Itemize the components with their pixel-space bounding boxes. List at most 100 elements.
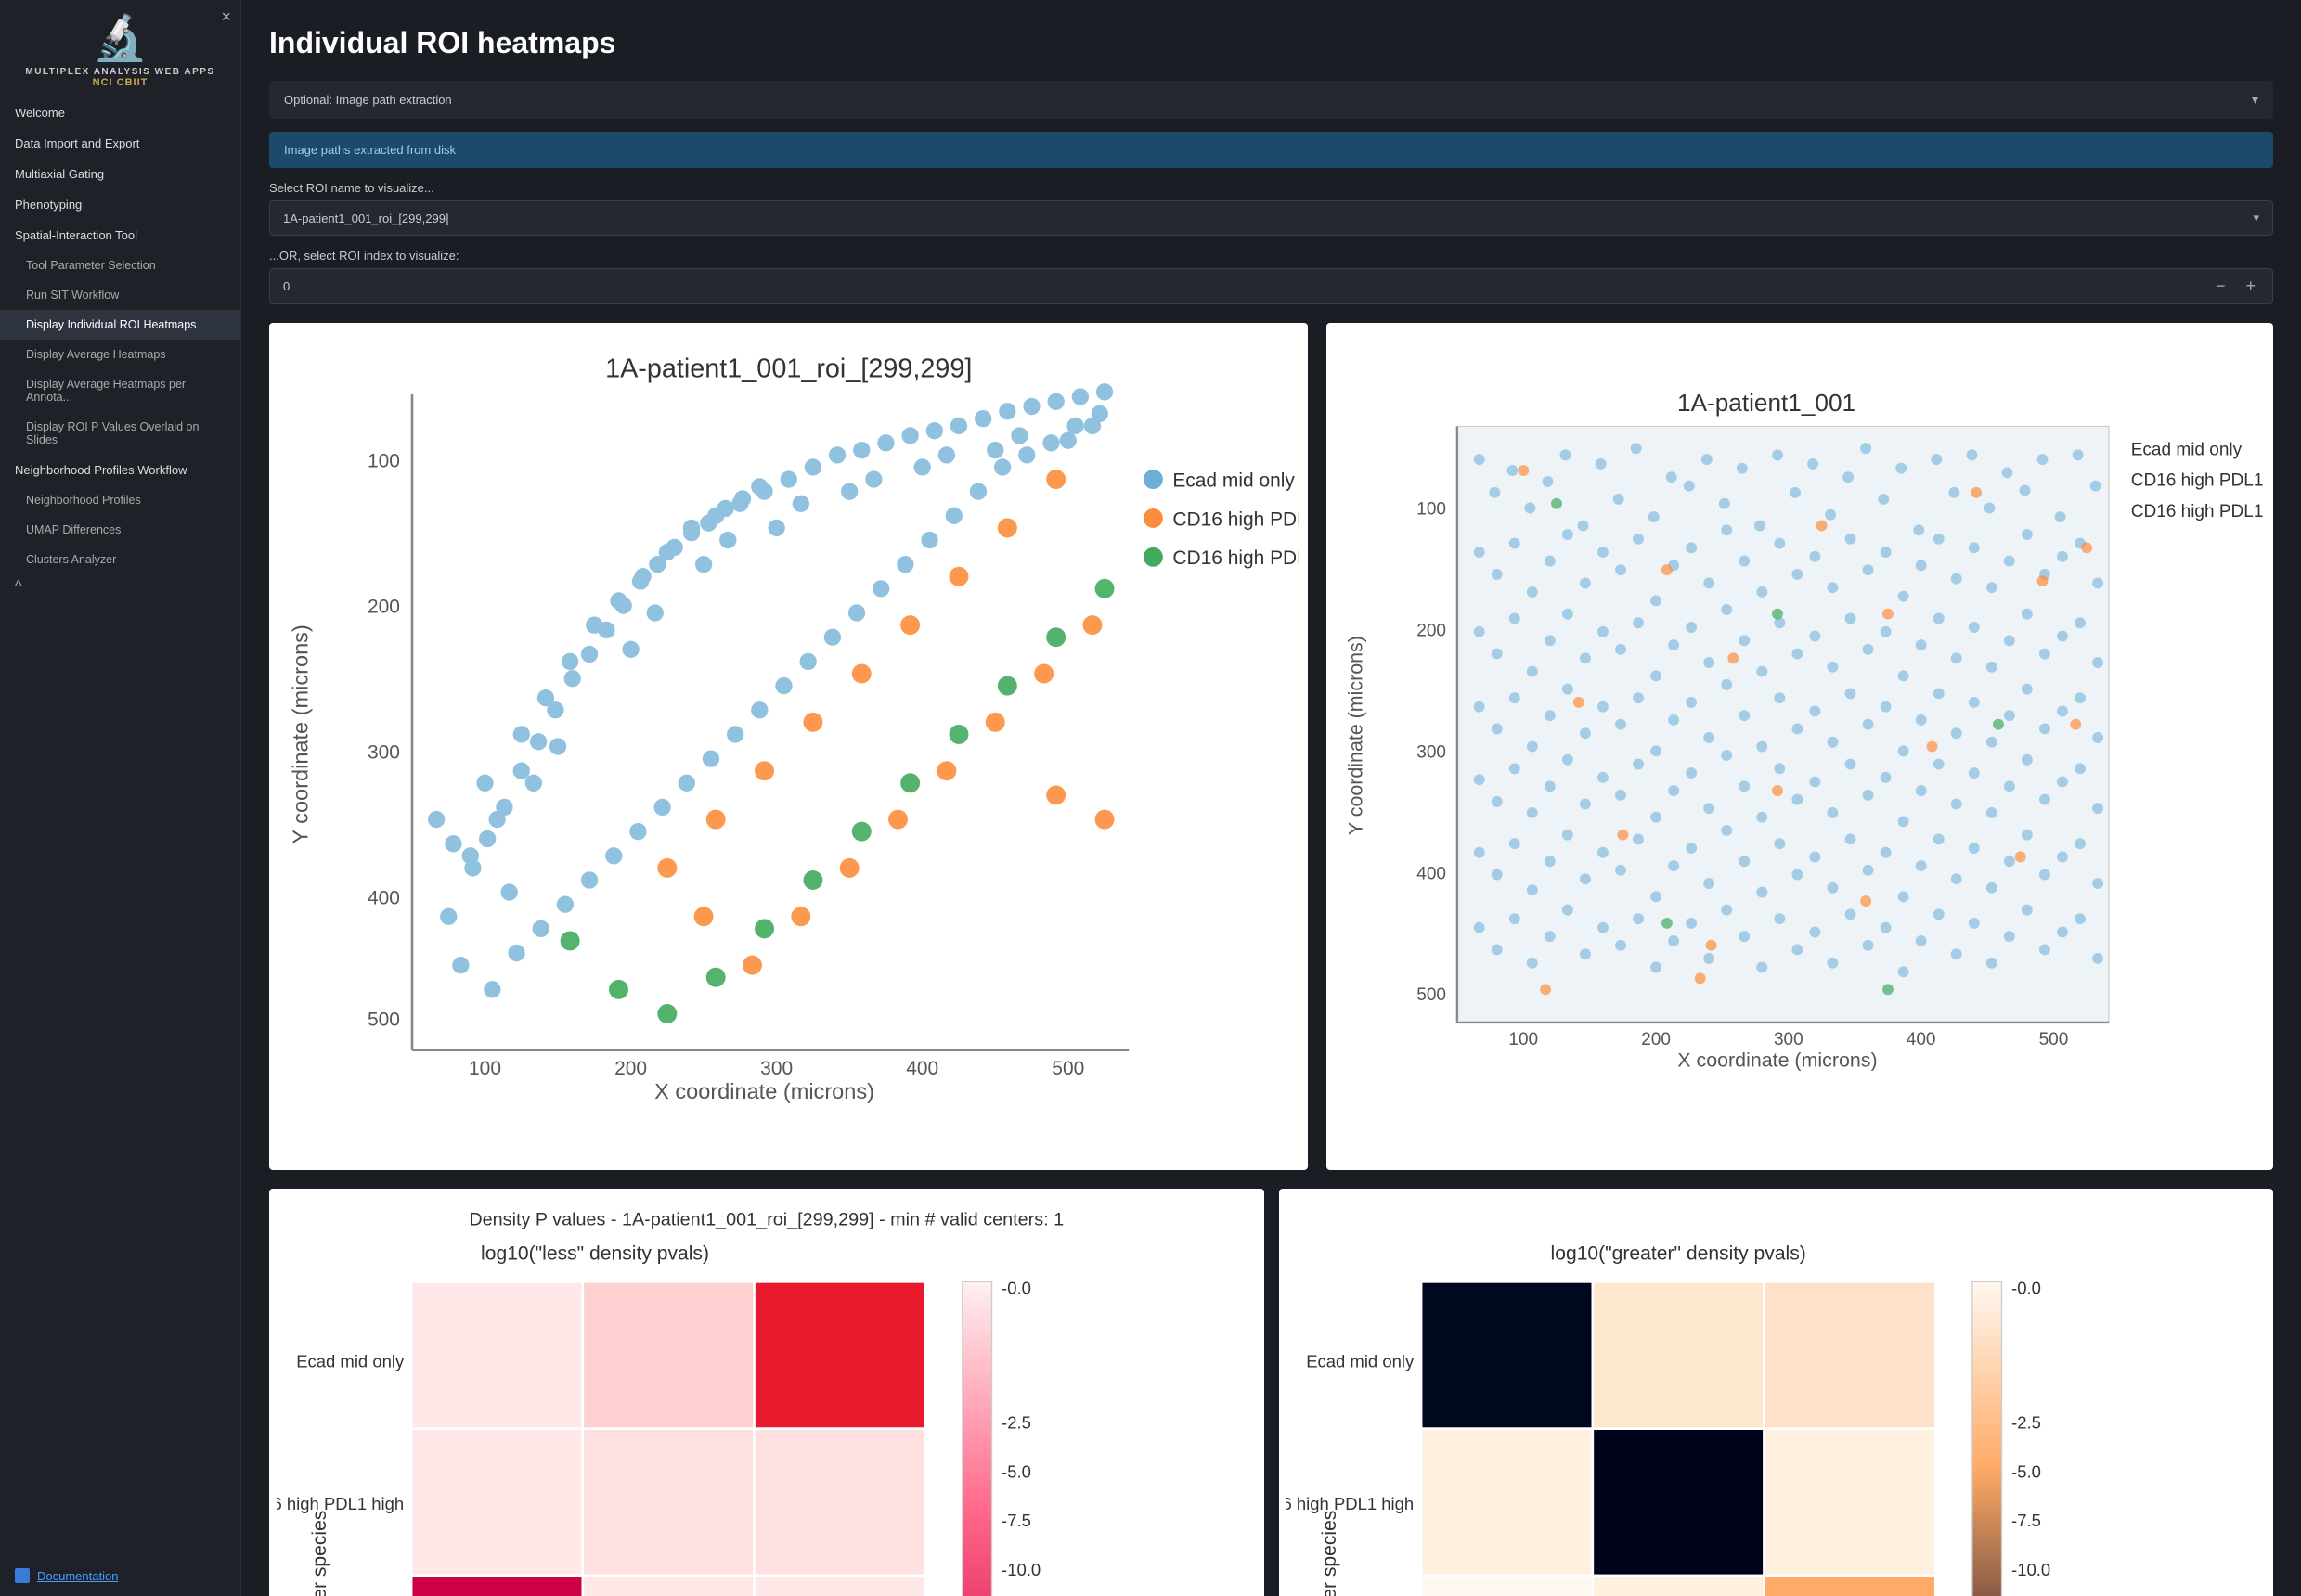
- svg-text:-2.5: -2.5: [2011, 1413, 2041, 1433]
- main-content: Individual ROI heatmaps Optional: Image …: [241, 0, 2301, 1596]
- sidebar-item-display-avg-annota[interactable]: Display Average Heatmaps per Annota...: [0, 369, 240, 412]
- page-title: Individual ROI heatmaps: [269, 26, 2273, 60]
- svg-text:300: 300: [1774, 1030, 1803, 1049]
- sidebar-item-display-individual[interactable]: Display Individual ROI Heatmaps: [0, 310, 240, 340]
- index-value: 0: [283, 279, 290, 293]
- svg-text:400: 400: [1417, 864, 1447, 883]
- svg-text:CD16 high PDL1 high: CD16 high PDL1 high: [1172, 508, 1299, 530]
- chevron-down-icon: ▾: [2252, 92, 2258, 108]
- sidebar-item-multiaxial[interactable]: Multiaxial Gating: [0, 159, 240, 189]
- app-title: MULTIPLEX ANALYSIS WEB APPS: [9, 67, 231, 77]
- svg-text:400: 400: [368, 888, 400, 909]
- doc-icon: [15, 1568, 30, 1583]
- svg-text:100: 100: [1417, 500, 1447, 520]
- roi-selected-value: 1A-patient1_001_roi_[299,299]: [283, 212, 449, 225]
- svg-text:Ecad mid only: Ecad mid only: [2131, 440, 2243, 459]
- svg-text:300: 300: [368, 742, 400, 764]
- svg-text:500: 500: [368, 1010, 400, 1031]
- svg-text:-10.0: -10.0: [1002, 1560, 1041, 1579]
- roi-select-dropdown[interactable]: 1A-patient1_001_roi_[299,299] ▾: [269, 200, 2273, 236]
- svg-text:300: 300: [760, 1058, 793, 1079]
- heatmap-left: Density P values - 1A-patient1_001_roi_[…: [269, 1189, 1264, 1596]
- scatter-left: 1A-patient1_001_roi_[299,299] Y coordina…: [269, 323, 1308, 1170]
- svg-text:-10.0: -10.0: [2011, 1560, 2050, 1579]
- sidebar-item-display-roi-pvals[interactable]: Display ROI P Values Overlaid on Slides: [0, 412, 240, 455]
- chevron-down-icon: ▾: [2253, 211, 2259, 225]
- collapsible-panel: Optional: Image path extraction ▾: [269, 81, 2273, 119]
- svg-text:100: 100: [368, 450, 400, 471]
- collapse-button[interactable]: ^: [0, 574, 240, 598]
- svg-text:log10("greater" density pvals): log10("greater" density pvals): [1550, 1243, 1805, 1265]
- sidebar-item-sit[interactable]: Spatial-Interaction Tool: [0, 220, 240, 251]
- svg-text:200: 200: [1417, 622, 1447, 641]
- heatmap-row: Density P values - 1A-patient1_001_roi_[…: [269, 1189, 2273, 1596]
- sidebar-item-tool-param[interactable]: Tool Parameter Selection: [0, 251, 240, 280]
- scatter-right-svg: 1A-patient1_001 Y coordinate (microns) X…: [1336, 332, 2264, 1161]
- svg-text:100: 100: [1509, 1030, 1539, 1049]
- svg-text:-5.0: -5.0: [1002, 1461, 1031, 1481]
- svg-text:Ecad mid only: Ecad mid only: [1172, 470, 1295, 491]
- index-row: 0 − +: [269, 268, 2273, 304]
- svg-text:-0.0: -0.0: [1002, 1279, 1031, 1298]
- scatter-right: 1A-patient1_001 Y coordinate (microns) X…: [1326, 323, 2273, 1170]
- index-label: ...OR, select ROI index to visualize:: [269, 249, 2273, 263]
- svg-text:1A-patient1_001: 1A-patient1_001: [1678, 389, 1856, 417]
- sidebar-item-np[interactable]: Neighborhood Profiles: [0, 485, 240, 515]
- svg-text:CD16 high PDL1 high: CD16 high PDL1 high: [1286, 1494, 1414, 1513]
- sidebar-item-phenotyping[interactable]: Phenotyping: [0, 189, 240, 220]
- roi-select-label: Select ROI name to visualize...: [269, 181, 2273, 195]
- svg-text:300: 300: [1417, 742, 1447, 762]
- microscope-icon: 🔬: [9, 17, 231, 61]
- sidebar-item-umap[interactable]: UMAP Differences: [0, 515, 240, 545]
- index-increment-button[interactable]: +: [2242, 277, 2259, 296]
- sidebar: × 🔬 MULTIPLEX ANALYSIS WEB APPS NCI CBII…: [0, 0, 241, 1596]
- svg-text:Ecad mid only: Ecad mid only: [1306, 1352, 1415, 1371]
- sidebar-item-np-workflow[interactable]: Neighborhood Profiles Workflow: [0, 455, 240, 485]
- sidebar-item-data-import[interactable]: Data Import and Export: [0, 128, 240, 159]
- svg-text:400: 400: [1907, 1030, 1936, 1049]
- svg-text:X coordinate (microns): X coordinate (microns): [1678, 1049, 1878, 1072]
- scatter-left-svg: 1A-patient1_001_roi_[299,299] Y coordina…: [278, 332, 1299, 1161]
- svg-text:200: 200: [614, 1058, 647, 1079]
- svg-text:-7.5: -7.5: [1002, 1511, 1031, 1530]
- svg-text:-5.0: -5.0: [2011, 1461, 2041, 1481]
- svg-text:Density P values - 1A-patient1: Density P values - 1A-patient1_001_roi_[…: [469, 1210, 1064, 1230]
- svg-text:Y coordinate (microns): Y coordinate (microns): [1345, 636, 1367, 835]
- sidebar-item-clusters[interactable]: Clusters Analyzer: [0, 545, 240, 574]
- svg-text:500: 500: [2039, 1030, 2069, 1049]
- sidebar-item-welcome[interactable]: Welcome: [0, 97, 240, 128]
- sidebar-item-display-avg[interactable]: Display Average Heatmaps: [0, 340, 240, 369]
- svg-text:100: 100: [469, 1058, 501, 1079]
- svg-text:-2.5: -2.5: [1002, 1413, 1031, 1433]
- svg-text:CD16 high PDL1 low: CD16 high PDL1 low: [1172, 547, 1299, 569]
- doc-link[interactable]: Documentation: [37, 1569, 118, 1583]
- svg-text:log10("less" density pvals): log10("less" density pvals): [481, 1243, 709, 1265]
- svg-text:Center species: Center species: [1318, 1511, 1339, 1596]
- svg-text:1A-patient1_001_roi_[299,299]: 1A-patient1_001_roi_[299,299]: [605, 354, 972, 384]
- svg-text:Ecad mid only: Ecad mid only: [296, 1352, 405, 1371]
- svg-text:CD16 high PDL1 high: CD16 high PDL1 high: [2131, 471, 2264, 491]
- banner-text: Image paths extracted from disk: [284, 143, 456, 157]
- svg-text:400: 400: [906, 1058, 938, 1079]
- index-decrement-button[interactable]: −: [2212, 277, 2230, 296]
- svg-text:500: 500: [1417, 985, 1447, 1005]
- index-controls: − +: [2212, 277, 2259, 296]
- close-button[interactable]: ×: [221, 7, 231, 27]
- heatmap-right-svg: log10("greater" density pvals) -0.0 -2.5…: [1286, 1196, 2266, 1596]
- org-title: NCI CBIIT: [9, 77, 231, 88]
- svg-text:200: 200: [368, 597, 400, 618]
- svg-text:-7.5: -7.5: [2011, 1511, 2041, 1530]
- collapsible-label: Optional: Image path extraction: [284, 93, 452, 107]
- heatmap-right: log10("greater" density pvals) -0.0 -2.5…: [1279, 1189, 2274, 1596]
- collapsible-header[interactable]: Optional: Image path extraction ▾: [269, 81, 2273, 119]
- info-banner: Image paths extracted from disk: [269, 132, 2273, 168]
- svg-text:500: 500: [1052, 1058, 1084, 1079]
- heatmap-left-svg: Density P values - 1A-patient1_001_roi_[…: [277, 1196, 1256, 1596]
- svg-text:CD16 high PDL1 high: CD16 high PDL1 high: [277, 1494, 404, 1513]
- charts-row: 1A-patient1_001_roi_[299,299] Y coordina…: [269, 323, 2273, 1170]
- sidebar-item-run-sit[interactable]: Run SIT Workflow: [0, 280, 240, 310]
- svg-text:Y coordinate (microns): Y coordinate (microns): [288, 624, 312, 843]
- app-logo: 🔬 MULTIPLEX ANALYSIS WEB APPS NCI CBIIT: [0, 0, 240, 97]
- svg-text:CD16 high PDL1 low: CD16 high PDL1 low: [2131, 502, 2264, 521]
- sidebar-footer: Documentation: [0, 1555, 240, 1596]
